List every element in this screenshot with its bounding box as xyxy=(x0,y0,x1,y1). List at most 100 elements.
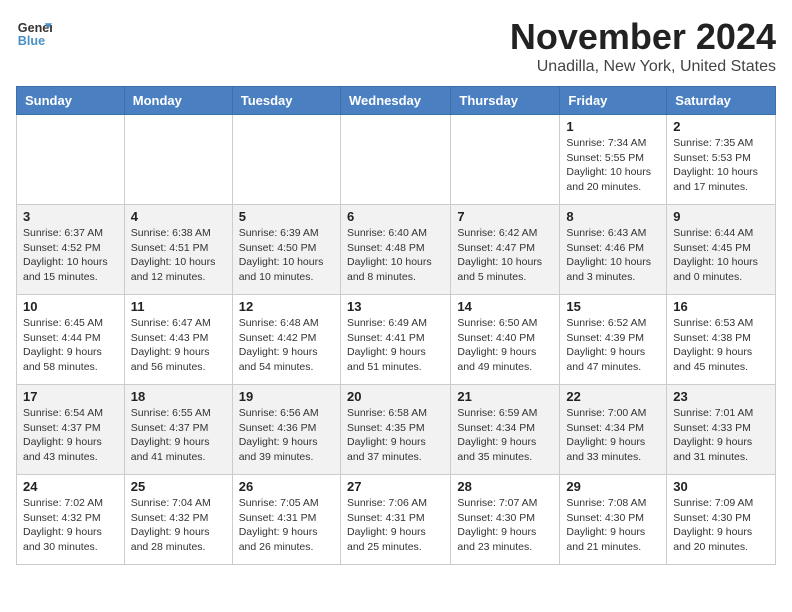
svg-text:Blue: Blue xyxy=(18,34,45,48)
calendar-cell: 7 Sunrise: 6:42 AM Sunset: 4:47 PM Daylig… xyxy=(451,205,560,295)
day-number: 6 xyxy=(347,209,444,224)
day-number: 10 xyxy=(23,299,118,314)
day-number: 29 xyxy=(566,479,660,494)
day-info: Sunrise: 6:59 AM Sunset: 4:34 PM Dayligh… xyxy=(457,406,553,465)
day-info: Sunrise: 7:35 AM Sunset: 5:53 PM Dayligh… xyxy=(673,136,769,195)
day-info: Sunrise: 6:47 AM Sunset: 4:43 PM Dayligh… xyxy=(131,316,226,375)
calendar-cell xyxy=(340,115,450,205)
calendar-cell: 14 Sunrise: 6:50 AM Sunset: 4:40 PM Dayli… xyxy=(451,295,560,385)
calendar-cell: 1Sunrise: 7:34 AM Sunset: 5:55 PM Daylig… xyxy=(560,115,667,205)
day-number: 12 xyxy=(239,299,334,314)
day-info: Sunrise: 6:50 AM Sunset: 4:40 PM Dayligh… xyxy=(457,316,553,375)
day-number: 19 xyxy=(239,389,334,404)
day-header-friday: Friday xyxy=(560,87,667,115)
day-number: 14 xyxy=(457,299,553,314)
calendar-table: SundayMondayTuesdayWednesdayThursdayFrid… xyxy=(16,86,776,565)
day-number: 22 xyxy=(566,389,660,404)
calendar-cell: 18 Sunrise: 6:55 AM Sunset: 4:37 PM Dayli… xyxy=(124,385,232,475)
day-info: Sunrise: 6:58 AM Sunset: 4:35 PM Dayligh… xyxy=(347,406,444,465)
day-info: Sunrise: 6:44 AM Sunset: 4:45 PM Dayligh… xyxy=(673,226,769,285)
day-number: 26 xyxy=(239,479,334,494)
day-info: Sunrise: 6:48 AM Sunset: 4:42 PM Dayligh… xyxy=(239,316,334,375)
month-title: November 2024 xyxy=(510,16,776,58)
day-info: Sunrise: 7:06 AM Sunset: 4:31 PM Dayligh… xyxy=(347,496,444,555)
day-info: Sunrise: 6:37 AM Sunset: 4:52 PM Dayligh… xyxy=(23,226,118,285)
day-info: Sunrise: 6:39 AM Sunset: 4:50 PM Dayligh… xyxy=(239,226,334,285)
day-number: 13 xyxy=(347,299,444,314)
day-number: 3 xyxy=(23,209,118,224)
day-info: Sunrise: 7:07 AM Sunset: 4:30 PM Dayligh… xyxy=(457,496,553,555)
calendar-cell xyxy=(17,115,125,205)
day-header-saturday: Saturday xyxy=(667,87,776,115)
calendar-cell: 12 Sunrise: 6:48 AM Sunset: 4:42 PM Dayli… xyxy=(232,295,340,385)
calendar-cell: 15 Sunrise: 6:52 AM Sunset: 4:39 PM Dayli… xyxy=(560,295,667,385)
week-row-2: 3 Sunrise: 6:37 AM Sunset: 4:52 PM Daylig… xyxy=(17,205,776,295)
day-number: 11 xyxy=(131,299,226,314)
day-info: Sunrise: 6:56 AM Sunset: 4:36 PM Dayligh… xyxy=(239,406,334,465)
week-row-5: 24 Sunrise: 7:02 AM Sunset: 4:32 PM Dayli… xyxy=(17,475,776,565)
day-number: 5 xyxy=(239,209,334,224)
day-header-thursday: Thursday xyxy=(451,87,560,115)
day-info: Sunrise: 7:04 AM Sunset: 4:32 PM Dayligh… xyxy=(131,496,226,555)
day-info: Sunrise: 7:00 AM Sunset: 4:34 PM Dayligh… xyxy=(566,406,660,465)
day-header-sunday: Sunday xyxy=(17,87,125,115)
day-info: Sunrise: 6:49 AM Sunset: 4:41 PM Dayligh… xyxy=(347,316,444,375)
day-header-tuesday: Tuesday xyxy=(232,87,340,115)
day-number: 15 xyxy=(566,299,660,314)
page-header: General Blue November 2024 Unadilla, New… xyxy=(16,16,776,76)
calendar-cell: 24 Sunrise: 7:02 AM Sunset: 4:32 PM Dayli… xyxy=(17,475,125,565)
day-info: Sunrise: 6:55 AM Sunset: 4:37 PM Dayligh… xyxy=(131,406,226,465)
day-info: Sunrise: 7:02 AM Sunset: 4:32 PM Dayligh… xyxy=(23,496,118,555)
calendar-cell: 27Sunrise: 7:06 AM Sunset: 4:31 PM Dayli… xyxy=(340,475,450,565)
calendar-cell: 5 Sunrise: 6:39 AM Sunset: 4:50 PM Daylig… xyxy=(232,205,340,295)
day-info: Sunrise: 6:53 AM Sunset: 4:38 PM Dayligh… xyxy=(673,316,769,375)
day-header-monday: Monday xyxy=(124,87,232,115)
day-number: 30 xyxy=(673,479,769,494)
calendar-cell: 20 Sunrise: 6:58 AM Sunset: 4:35 PM Dayli… xyxy=(340,385,450,475)
day-number: 24 xyxy=(23,479,118,494)
day-info: Sunrise: 6:42 AM Sunset: 4:47 PM Dayligh… xyxy=(457,226,553,285)
day-number: 18 xyxy=(131,389,226,404)
day-number: 28 xyxy=(457,479,553,494)
day-info: Sunrise: 6:43 AM Sunset: 4:46 PM Dayligh… xyxy=(566,226,660,285)
day-info: Sunrise: 7:09 AM Sunset: 4:30 PM Dayligh… xyxy=(673,496,769,555)
day-info: Sunrise: 6:45 AM Sunset: 4:44 PM Dayligh… xyxy=(23,316,118,375)
week-row-4: 17 Sunrise: 6:54 AM Sunset: 4:37 PM Dayli… xyxy=(17,385,776,475)
calendar-cell: 29 Sunrise: 7:08 AM Sunset: 4:30 PM Dayli… xyxy=(560,475,667,565)
calendar-cell xyxy=(232,115,340,205)
day-info: Sunrise: 6:52 AM Sunset: 4:39 PM Dayligh… xyxy=(566,316,660,375)
day-number: 7 xyxy=(457,209,553,224)
day-info: Sunrise: 6:54 AM Sunset: 4:37 PM Dayligh… xyxy=(23,406,118,465)
day-number: 21 xyxy=(457,389,553,404)
day-number: 4 xyxy=(131,209,226,224)
subtitle: Unadilla, New York, United States xyxy=(510,58,776,76)
calendar-cell: 8 Sunrise: 6:43 AM Sunset: 4:46 PM Daylig… xyxy=(560,205,667,295)
calendar-cell: 6 Sunrise: 6:40 AM Sunset: 4:48 PM Daylig… xyxy=(340,205,450,295)
calendar-cell: 16Sunrise: 6:53 AM Sunset: 4:38 PM Dayli… xyxy=(667,295,776,385)
header-row: SundayMondayTuesdayWednesdayThursdayFrid… xyxy=(17,87,776,115)
day-number: 25 xyxy=(131,479,226,494)
day-number: 17 xyxy=(23,389,118,404)
day-number: 9 xyxy=(673,209,769,224)
calendar-cell: 19 Sunrise: 6:56 AM Sunset: 4:36 PM Dayli… xyxy=(232,385,340,475)
calendar-cell xyxy=(124,115,232,205)
week-row-1: 1Sunrise: 7:34 AM Sunset: 5:55 PM Daylig… xyxy=(17,115,776,205)
calendar-cell: 22 Sunrise: 7:00 AM Sunset: 4:34 PM Dayli… xyxy=(560,385,667,475)
calendar-cell: 11 Sunrise: 6:47 AM Sunset: 4:43 PM Dayli… xyxy=(124,295,232,385)
calendar-cell: 17 Sunrise: 6:54 AM Sunset: 4:37 PM Dayli… xyxy=(17,385,125,475)
week-row-3: 10 Sunrise: 6:45 AM Sunset: 4:44 PM Dayli… xyxy=(17,295,776,385)
day-number: 2 xyxy=(673,119,769,134)
day-info: Sunrise: 6:40 AM Sunset: 4:48 PM Dayligh… xyxy=(347,226,444,285)
day-header-wednesday: Wednesday xyxy=(340,87,450,115)
day-info: Sunrise: 7:08 AM Sunset: 4:30 PM Dayligh… xyxy=(566,496,660,555)
logo: General Blue xyxy=(16,16,52,52)
calendar-cell: 3 Sunrise: 6:37 AM Sunset: 4:52 PM Daylig… xyxy=(17,205,125,295)
calendar-cell: 2 Sunrise: 7:35 AM Sunset: 5:53 PM Daylig… xyxy=(667,115,776,205)
calendar-cell: 28 Sunrise: 7:07 AM Sunset: 4:30 PM Dayli… xyxy=(451,475,560,565)
day-number: 1 xyxy=(566,119,660,134)
day-number: 8 xyxy=(566,209,660,224)
calendar-cell: 13 Sunrise: 6:49 AM Sunset: 4:41 PM Dayli… xyxy=(340,295,450,385)
calendar-cell: 10 Sunrise: 6:45 AM Sunset: 4:44 PM Dayli… xyxy=(17,295,125,385)
calendar-cell: 23Sunrise: 7:01 AM Sunset: 4:33 PM Dayli… xyxy=(667,385,776,475)
day-number: 20 xyxy=(347,389,444,404)
